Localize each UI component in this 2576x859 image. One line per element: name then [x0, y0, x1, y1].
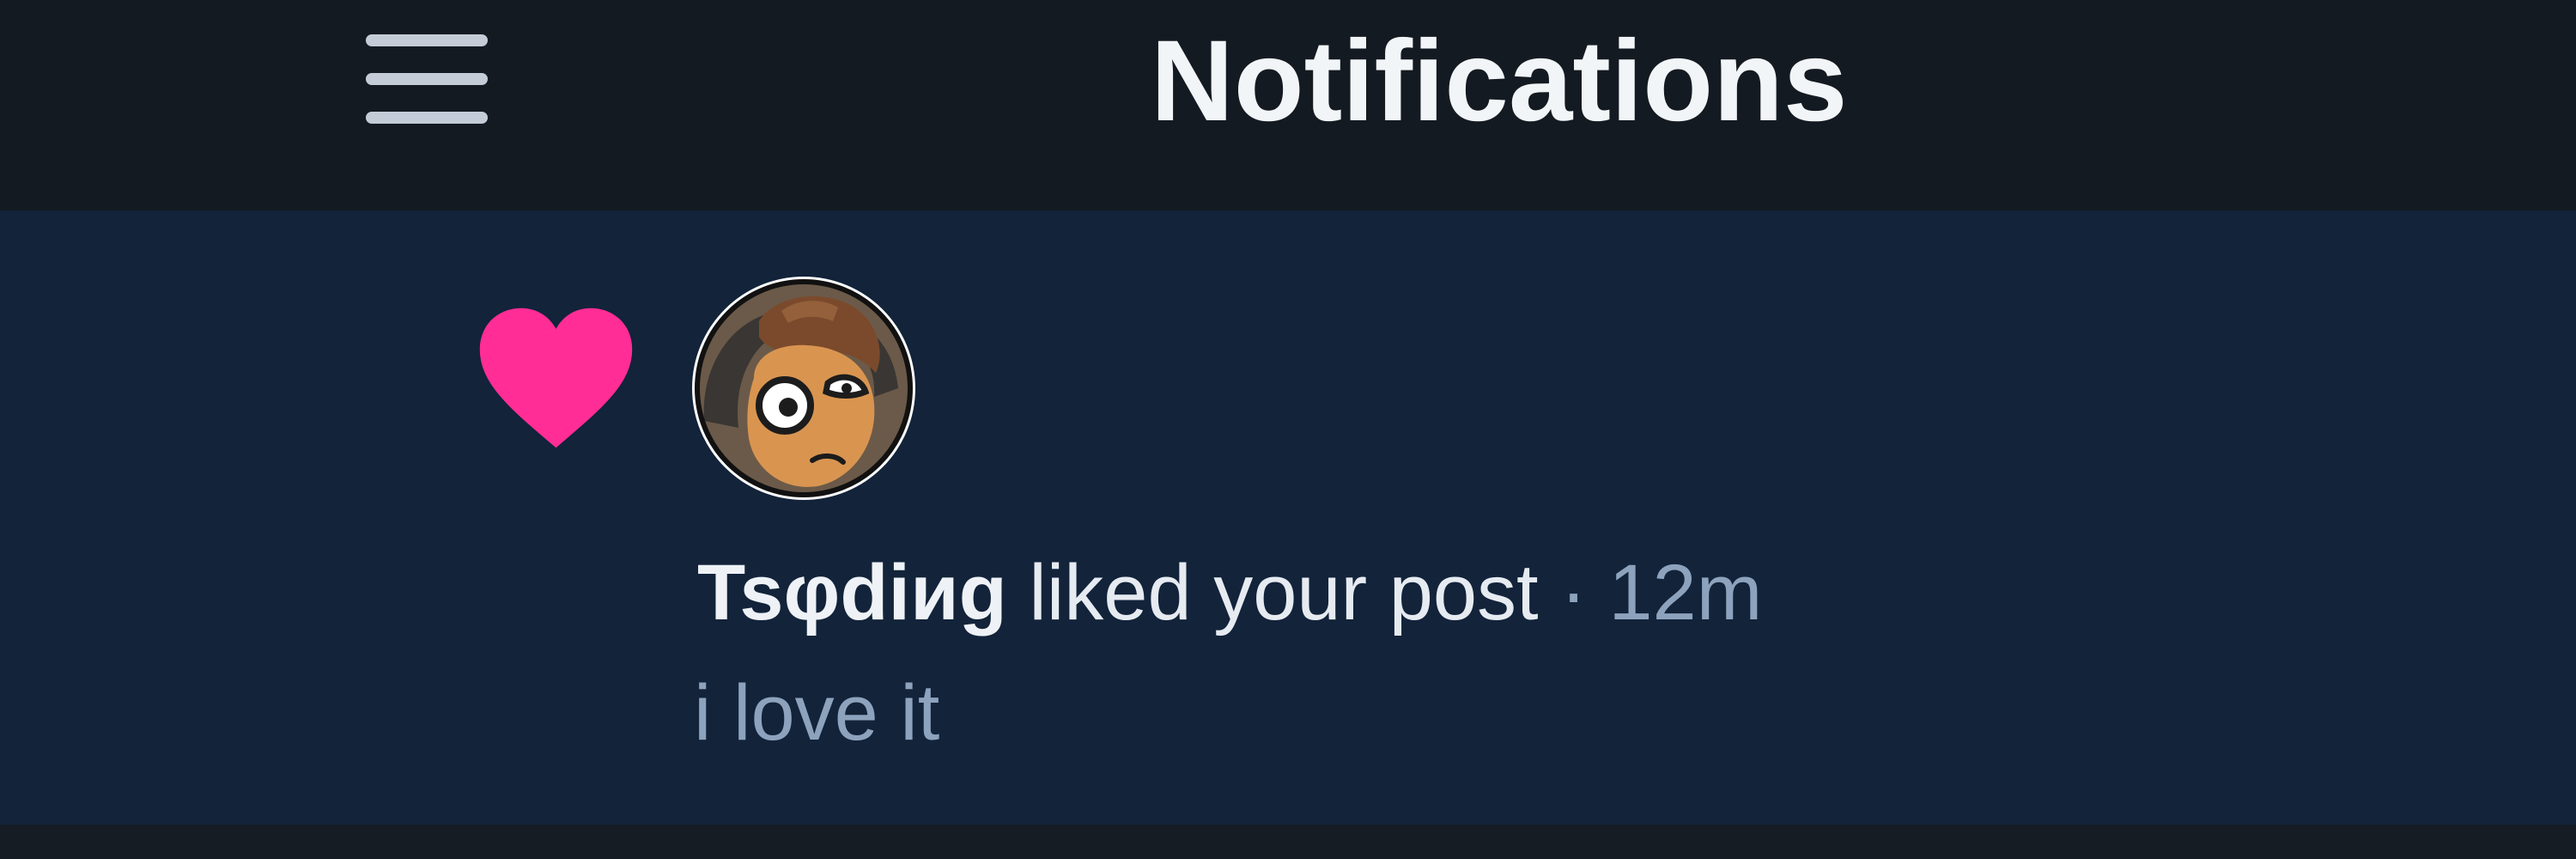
- hamburger-menu-icon[interactable]: [352, 26, 498, 146]
- heart-shape: [479, 308, 633, 448]
- actor-name-link[interactable]: Tsφdiиg: [697, 549, 1007, 637]
- notification-text: Tsφdiиg liked your post · 12m: [697, 541, 1762, 644]
- heart-icon: [479, 308, 633, 448]
- post-excerpt[interactable]: i love it: [694, 661, 939, 765]
- notification-action: liked your post: [1029, 549, 1539, 637]
- menu-line: [366, 112, 488, 124]
- page-title: Notifications: [1151, 17, 1848, 145]
- avatar[interactable]: [692, 277, 915, 500]
- menu-line: [366, 34, 488, 46]
- top-bar: Notifications: [0, 0, 2576, 210]
- notification-item[interactable]: [0, 210, 2576, 825]
- avatar-illustration: [694, 278, 914, 498]
- notifications-screen: Notifications Tsφdiиg liked your post · …: [0, 0, 2576, 859]
- separator-dot: ·: [1560, 549, 1587, 637]
- menu-line: [366, 73, 488, 85]
- timestamp: 12m: [1608, 549, 1763, 637]
- notification-divider: [0, 825, 2576, 859]
